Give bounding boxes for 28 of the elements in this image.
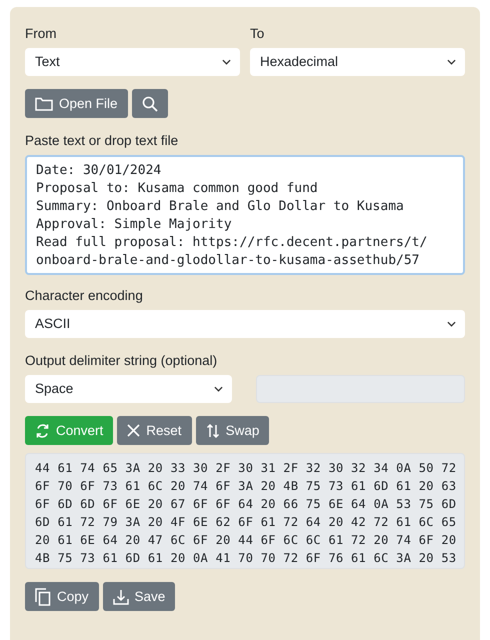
- field-label: From: [25, 25, 56, 42]
- chevron-icon: [447, 59, 456, 65]
- download-icon: [112, 588, 129, 604]
- refresh-icon: [35, 422, 50, 438]
- delimiter-select[interactable]: Space: [25, 375, 232, 403]
- to-select[interactable]: Hexadecimal: [250, 48, 465, 76]
- swap-button[interactable]: Swap: [196, 416, 270, 445]
- chevron-icon: [214, 386, 223, 392]
- field-label: To: [250, 25, 264, 42]
- text-input[interactable]: Date: 30/01/2024 Proposal to: Kusama common good fund Summary: Onboard Brale and Glo Dollar to Kusama Approval: Simple Majority Read full proposal: https://rfc.decent.partners/t/ onboard-brale-and-glodollar-to-kusama-assethub/57: [25, 155, 465, 275]
- folder-icon: [35, 96, 53, 111]
- close-icon: [127, 424, 140, 437]
- copy-button[interactable]: Copy: [25, 582, 99, 611]
- search-icon: [142, 96, 158, 112]
- reset-button[interactable]: Reset: [117, 416, 192, 445]
- field-label: Output delimiter string (optional): [25, 352, 218, 369]
- open-file-button[interactable]: Open File: [25, 89, 128, 118]
- save-button[interactable]: Save: [102, 582, 176, 611]
- swap-arrows-icon: [206, 422, 220, 438]
- copy-icon: [35, 588, 51, 606]
- chevron-icon: [222, 59, 231, 65]
- field-label: Character encoding: [25, 287, 143, 304]
- output-text[interactable]: 44 61 74 65 3A 20 33 30 2F 30 31 2F 32 30 32 34 0A 50 72 6F 70 6F 73 61 6C 20 74 6F 3A 20 4B 75 73 61 6D 61 20 63 6F 6D 6D 6F 6E 20 67 6F 6F 64 20 66 75 6E 64 0A 53 75 6D 6D 61 72 79 3A 20 4F 6E 62 6F 61 72 64 20 42 72 61 6C 65 20 61 6E 64 20 47 6C 6F 20 44 6F 6C 6C 61 72 20 74 6F 20 4B 75 73 61 6D 61 20 0A 41 70 70 72 6F 76 61 6C 3A 20 53: [25, 453, 465, 569]
- from-select[interactable]: Text: [25, 48, 240, 76]
- search-button[interactable]: [132, 89, 168, 118]
- chevron-icon: [447, 321, 456, 327]
- field-label: Paste text or drop text file: [25, 132, 178, 149]
- encoding-select[interactable]: ASCII: [25, 310, 465, 338]
